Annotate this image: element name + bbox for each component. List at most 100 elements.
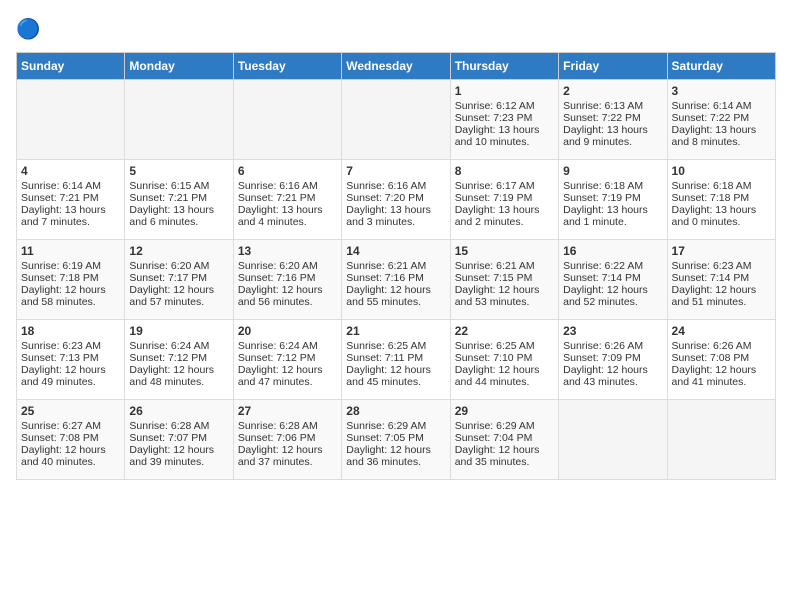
day-info: Sunrise: 6:17 AM	[455, 180, 554, 192]
day-number: 18	[21, 324, 120, 338]
day-info: Daylight: 12 hours	[129, 364, 228, 376]
day-info: Sunset: 7:22 PM	[563, 112, 662, 124]
day-info: Sunrise: 6:26 AM	[563, 340, 662, 352]
day-info: Sunset: 7:22 PM	[672, 112, 771, 124]
day-info: and 41 minutes.	[672, 376, 771, 388]
day-number: 20	[238, 324, 337, 338]
day-info: and 47 minutes.	[238, 376, 337, 388]
day-info: Daylight: 12 hours	[346, 444, 445, 456]
day-info: Sunset: 7:16 PM	[238, 272, 337, 284]
day-number: 8	[455, 164, 554, 178]
day-info: Sunrise: 6:23 AM	[672, 260, 771, 272]
day-info: Sunset: 7:19 PM	[563, 192, 662, 204]
day-info: Sunset: 7:19 PM	[455, 192, 554, 204]
day-info: Daylight: 12 hours	[21, 364, 120, 376]
day-info: Sunset: 7:09 PM	[563, 352, 662, 364]
day-cell: 12Sunrise: 6:20 AMSunset: 7:17 PMDayligh…	[125, 240, 233, 320]
day-info: Sunrise: 6:20 AM	[238, 260, 337, 272]
header-cell-saturday: Saturday	[667, 53, 775, 80]
day-cell: 3Sunrise: 6:14 AMSunset: 7:22 PMDaylight…	[667, 80, 775, 160]
day-info: Sunrise: 6:20 AM	[129, 260, 228, 272]
day-info: and 0 minutes.	[672, 216, 771, 228]
day-cell	[233, 80, 341, 160]
day-number: 3	[672, 84, 771, 98]
day-info: and 48 minutes.	[129, 376, 228, 388]
day-info: Daylight: 12 hours	[672, 284, 771, 296]
day-info: Daylight: 13 hours	[346, 204, 445, 216]
page-header: 🔵	[16, 16, 776, 44]
logo: 🔵	[16, 16, 48, 44]
day-info: Sunset: 7:18 PM	[21, 272, 120, 284]
day-number: 1	[455, 84, 554, 98]
day-number: 21	[346, 324, 445, 338]
day-info: and 40 minutes.	[21, 456, 120, 468]
day-number: 25	[21, 404, 120, 418]
day-info: Daylight: 12 hours	[129, 284, 228, 296]
day-info: Daylight: 12 hours	[346, 364, 445, 376]
day-info: Daylight: 12 hours	[672, 364, 771, 376]
day-info: Sunset: 7:04 PM	[455, 432, 554, 444]
header-cell-thursday: Thursday	[450, 53, 558, 80]
day-info: Sunset: 7:20 PM	[346, 192, 445, 204]
day-info: Sunset: 7:15 PM	[455, 272, 554, 284]
header-cell-friday: Friday	[559, 53, 667, 80]
week-row-0: 1Sunrise: 6:12 AMSunset: 7:23 PMDaylight…	[17, 80, 776, 160]
day-number: 19	[129, 324, 228, 338]
day-cell: 17Sunrise: 6:23 AMSunset: 7:14 PMDayligh…	[667, 240, 775, 320]
day-cell	[17, 80, 125, 160]
header-cell-monday: Monday	[125, 53, 233, 80]
day-number: 22	[455, 324, 554, 338]
day-info: Daylight: 12 hours	[21, 284, 120, 296]
day-cell: 24 Sunrise: 6:26 AMSunset: 7:08 PMDayligh…	[667, 320, 775, 400]
day-info: Daylight: 13 hours	[238, 204, 337, 216]
day-info: Daylight: 12 hours	[238, 284, 337, 296]
day-number: 16	[563, 244, 662, 258]
day-info: Sunset: 7:08 PM	[672, 352, 771, 364]
day-number: 28	[346, 404, 445, 418]
day-info: Daylight: 12 hours	[238, 444, 337, 456]
day-info: and 35 minutes.	[455, 456, 554, 468]
day-cell: 20Sunrise: 6:24 AMSunset: 7:12 PMDayligh…	[233, 320, 341, 400]
day-cell: 23Sunrise: 6:26 AMSunset: 7:09 PMDayligh…	[559, 320, 667, 400]
day-number: 26	[129, 404, 228, 418]
day-info: Sunrise: 6:13 AM	[563, 100, 662, 112]
day-cell: 27Sunrise: 6:28 AMSunset: 7:06 PMDayligh…	[233, 400, 341, 480]
day-info: Daylight: 13 hours	[21, 204, 120, 216]
week-row-3: 18Sunrise: 6:23 AMSunset: 7:13 PMDayligh…	[17, 320, 776, 400]
day-number: 13	[238, 244, 337, 258]
day-info: Daylight: 12 hours	[21, 444, 120, 456]
day-info: Sunset: 7:21 PM	[238, 192, 337, 204]
day-info: and 3 minutes.	[346, 216, 445, 228]
day-cell	[559, 400, 667, 480]
day-info: Sunset: 7:05 PM	[346, 432, 445, 444]
day-info: Sunset: 7:16 PM	[346, 272, 445, 284]
day-info: Sunrise: 6:24 AM	[129, 340, 228, 352]
day-info: Sunrise: 6:19 AM	[21, 260, 120, 272]
day-cell: 1Sunrise: 6:12 AMSunset: 7:23 PMDaylight…	[450, 80, 558, 160]
day-cell: 19Sunrise: 6:24 AMSunset: 7:12 PMDayligh…	[125, 320, 233, 400]
day-cell: 22Sunrise: 6:25 AMSunset: 7:10 PMDayligh…	[450, 320, 558, 400]
day-number: 14	[346, 244, 445, 258]
day-cell: 26Sunrise: 6:28 AMSunset: 7:07 PMDayligh…	[125, 400, 233, 480]
day-info: and 8 minutes.	[672, 136, 771, 148]
day-info: and 52 minutes.	[563, 296, 662, 308]
day-info: Sunset: 7:18 PM	[672, 192, 771, 204]
day-number: 24	[672, 324, 771, 338]
day-cell	[667, 400, 775, 480]
day-info: Daylight: 13 hours	[563, 124, 662, 136]
week-row-4: 25Sunrise: 6:27 AMSunset: 7:08 PMDayligh…	[17, 400, 776, 480]
day-info: Daylight: 12 hours	[455, 364, 554, 376]
day-info: Sunrise: 6:26 AM	[672, 340, 771, 352]
day-number: 5	[129, 164, 228, 178]
day-info: Sunrise: 6:28 AM	[238, 420, 337, 432]
day-info: Sunset: 7:12 PM	[238, 352, 337, 364]
day-info: Daylight: 13 hours	[129, 204, 228, 216]
day-cell: 15Sunrise: 6:21 AMSunset: 7:15 PMDayligh…	[450, 240, 558, 320]
day-info: Sunrise: 6:29 AM	[455, 420, 554, 432]
day-number: 29	[455, 404, 554, 418]
day-cell: 29Sunrise: 6:29 AMSunset: 7:04 PMDayligh…	[450, 400, 558, 480]
header-cell-sunday: Sunday	[17, 53, 125, 80]
day-info: and 7 minutes.	[21, 216, 120, 228]
day-info: Daylight: 12 hours	[346, 284, 445, 296]
day-info: and 44 minutes.	[455, 376, 554, 388]
